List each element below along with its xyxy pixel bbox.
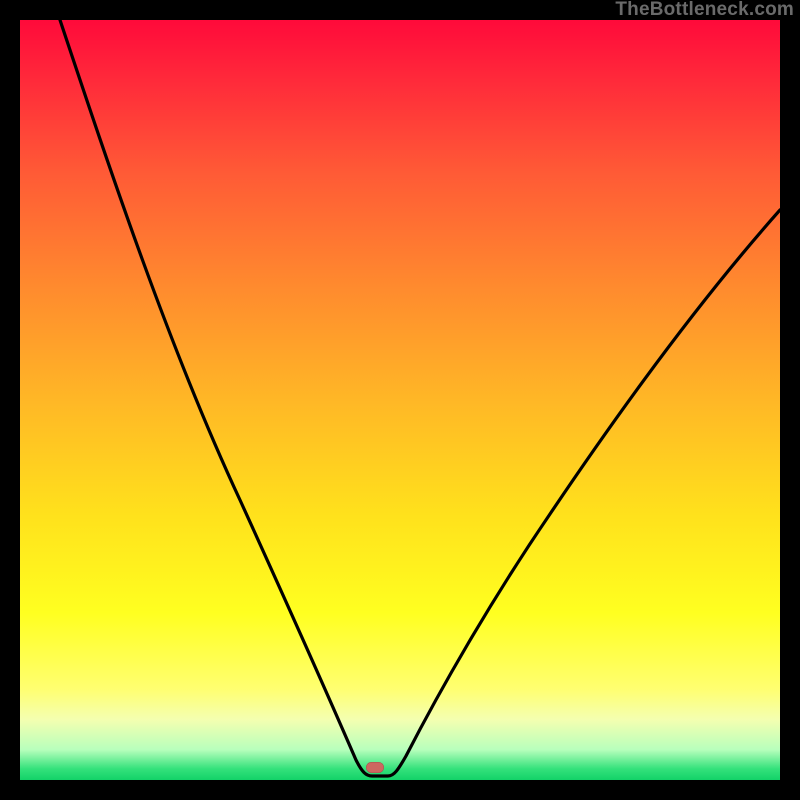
- curve-path: [60, 20, 780, 776]
- bottleneck-curve: [20, 20, 780, 780]
- minimum-marker: [366, 762, 384, 773]
- watermark-text: TheBottleneck.com: [615, 0, 794, 21]
- chart-frame: TheBottleneck.com: [0, 0, 800, 800]
- plot-area: [20, 20, 780, 780]
